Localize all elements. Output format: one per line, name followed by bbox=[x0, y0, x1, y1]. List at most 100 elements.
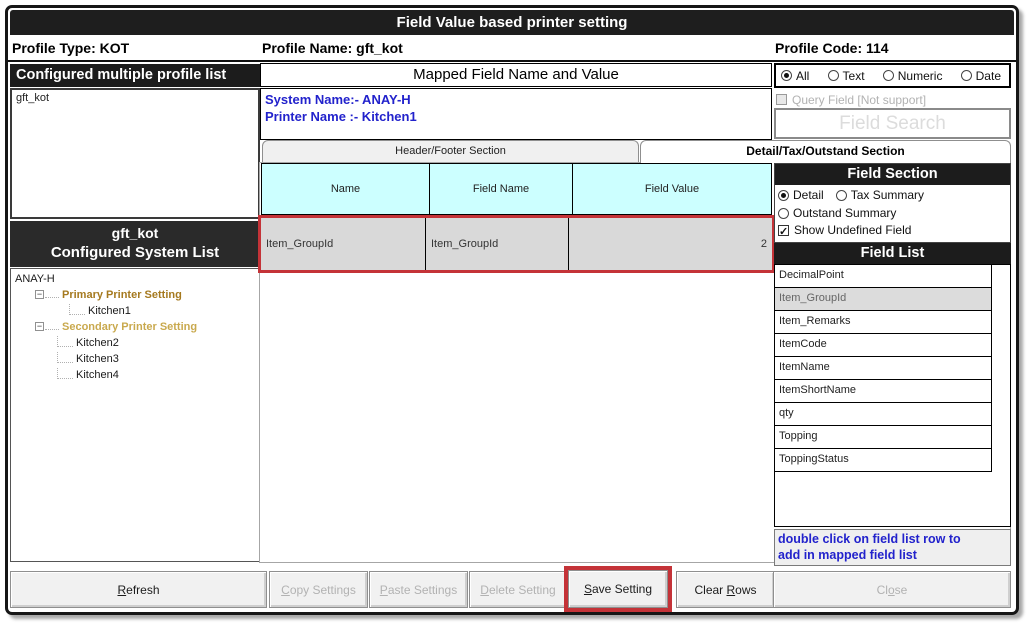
label-part: opy Settings bbox=[290, 583, 356, 597]
copy-settings-button[interactable]: Copy Settings bbox=[269, 571, 368, 608]
field-type-filter-group: All Text Numeric Date bbox=[774, 63, 1011, 88]
profile-name: Profile Name: gft_kot bbox=[262, 40, 403, 56]
tree-item-label: Kitchen4 bbox=[76, 369, 119, 381]
tab-header-footer-section[interactable]: Header/Footer Section bbox=[262, 140, 639, 163]
show-undefined-label: Show Undefined Field bbox=[794, 222, 911, 239]
radio-label: Outstand Summary bbox=[793, 205, 896, 222]
system-tree[interactable]: ANAY-H Primary Printer Setting Kitchen1 … bbox=[10, 268, 260, 562]
radio-icon bbox=[778, 208, 789, 219]
filter-radio[interactable]: Text bbox=[828, 69, 865, 83]
title-bar: Field Value based printer setting bbox=[10, 10, 1014, 35]
tab-detail-tax-outstand-section[interactable]: Detail/Tax/Outstand Section bbox=[640, 140, 1011, 163]
profile-list[interactable]: gft_kot bbox=[10, 88, 260, 219]
cell-field-value[interactable]: 2 bbox=[569, 218, 772, 270]
field-section-radio[interactable]: Detail bbox=[778, 187, 824, 204]
label-part: se bbox=[895, 583, 908, 597]
tree-item-label: Secondary Printer Setting bbox=[62, 321, 197, 333]
tree-item[interactable]: Kitchen3 bbox=[11, 351, 259, 367]
system-printer-info: System Name:- ANAY-H Printer Name :- Kit… bbox=[260, 88, 772, 140]
field-list-item[interactable]: ItemShortName bbox=[775, 380, 991, 403]
field-section-header: Field Section bbox=[775, 164, 1010, 185]
dialog-window: Field Value based printer setting Profil… bbox=[5, 5, 1019, 615]
save-setting-button[interactable]: Save Setting bbox=[568, 570, 668, 608]
filter-radio[interactable]: Date bbox=[961, 69, 1001, 83]
tree-item[interactable]: Secondary Printer Setting bbox=[11, 319, 259, 335]
radio-icon bbox=[828, 70, 839, 81]
profile-list-item[interactable]: gft_kot bbox=[12, 90, 258, 106]
label-part: aste Settings bbox=[388, 583, 457, 597]
tree-connector bbox=[57, 368, 73, 379]
tree-item[interactable]: ANAY-H bbox=[11, 271, 259, 287]
label-part: Clear bbox=[694, 583, 726, 597]
system-list-header-title: Configured System List bbox=[10, 243, 260, 263]
field-section-radio[interactable]: Tax Summary bbox=[836, 187, 924, 204]
label-accel: P bbox=[380, 583, 388, 597]
tree-item[interactable]: Primary Printer Setting bbox=[11, 287, 259, 303]
tree-item-label: Primary Printer Setting bbox=[62, 289, 182, 301]
label-accel: D bbox=[480, 583, 489, 597]
close-button[interactable]: Close bbox=[773, 571, 1011, 608]
tree-connector bbox=[57, 352, 73, 363]
field-section-radio[interactable]: Outstand Summary bbox=[778, 205, 896, 222]
delete-setting-button[interactable]: Delete Setting bbox=[469, 571, 567, 608]
radio-label: Numeric bbox=[898, 69, 943, 83]
profile-type: Profile Type: KOT bbox=[12, 40, 129, 56]
radio-icon bbox=[883, 70, 894, 81]
field-list-item-label: Item_GroupId bbox=[779, 292, 846, 304]
field-list-item[interactable]: Topping bbox=[775, 426, 991, 449]
label-accel: S bbox=[584, 582, 592, 596]
field-section-radios: Detail Tax Summary Outstand Summary bbox=[778, 187, 1007, 222]
filter-radio[interactable]: Numeric bbox=[883, 69, 943, 83]
hint-line-2: add in mapped field list bbox=[778, 547, 1007, 563]
field-search-input[interactable] bbox=[774, 108, 1011, 139]
refresh-button[interactable]: Refresh bbox=[10, 571, 267, 608]
field-list-item-label: ItemCode bbox=[779, 338, 827, 350]
hint-box: double click on field list row to add in… bbox=[774, 529, 1011, 566]
tree-item-label: Kitchen2 bbox=[76, 337, 119, 349]
label-part: Cl bbox=[877, 583, 888, 597]
tree-item[interactable]: Kitchen4 bbox=[11, 367, 259, 383]
field-list-item[interactable]: ItemCode bbox=[775, 334, 991, 357]
tree-item-label: ANAY-H bbox=[15, 273, 55, 285]
field-list-item[interactable]: Item_GroupId bbox=[775, 288, 991, 311]
radio-label: Date bbox=[976, 69, 1001, 83]
save-setting-highlight: Save Setting bbox=[564, 566, 672, 612]
radio-icon bbox=[778, 190, 789, 201]
tree-item-label: Kitchen1 bbox=[88, 305, 131, 317]
clear-rows-button[interactable]: Clear Rows bbox=[676, 571, 775, 608]
checkbox-icon bbox=[776, 94, 787, 105]
mapped-table-row[interactable]: Item_GroupId Item_GroupId 2 bbox=[258, 215, 775, 273]
radio-label: Detail bbox=[793, 187, 824, 204]
filter-radio[interactable]: All bbox=[781, 69, 809, 83]
cell-name[interactable]: Item_GroupId bbox=[261, 218, 426, 270]
tree-item-label: Kitchen3 bbox=[76, 353, 119, 365]
tree-expander-icon[interactable] bbox=[35, 290, 44, 299]
mapped-table-column-header: Field Value bbox=[573, 164, 771, 214]
field-list-item-label: ItemShortName bbox=[779, 384, 856, 396]
radio-icon bbox=[961, 70, 972, 81]
tree-item[interactable]: Kitchen2 bbox=[11, 335, 259, 351]
show-undefined-checkbox[interactable]: Show Undefined Field bbox=[778, 222, 1007, 239]
paste-settings-button[interactable]: Paste Settings bbox=[369, 571, 468, 608]
tree-expander-icon[interactable] bbox=[35, 322, 44, 331]
radio-label: Tax Summary bbox=[851, 187, 924, 204]
field-section-options: Detail Tax Summary Outstand Summary Show… bbox=[775, 185, 1010, 242]
radio-icon bbox=[836, 190, 847, 201]
cell-field-name[interactable]: Item_GroupId bbox=[426, 218, 569, 270]
mapped-header: Mapped Field Name and Value bbox=[260, 63, 772, 87]
system-name-line: System Name:- ANAY-H bbox=[265, 91, 767, 108]
field-list-item[interactable]: ToppingStatus bbox=[775, 449, 991, 472]
tree-connector bbox=[45, 293, 59, 298]
label-accel: C bbox=[281, 583, 290, 597]
field-list-item-label: ToppingStatus bbox=[779, 453, 849, 465]
profile-list-header: Configured multiple profile list bbox=[10, 64, 260, 87]
field-list-item[interactable]: DecimalPoint bbox=[775, 265, 991, 288]
mapped-table-header: Name Field Name Field Value bbox=[261, 163, 772, 215]
tree-item[interactable]: Kitchen1 bbox=[11, 303, 259, 319]
field-list-item[interactable]: qty bbox=[775, 403, 991, 426]
tree-connector bbox=[57, 336, 73, 347]
field-list-item-label: Topping bbox=[779, 430, 818, 442]
field-list-item[interactable]: Item_Remarks bbox=[775, 311, 991, 334]
hint-line-1: double click on field list row to bbox=[778, 531, 1007, 547]
field-list-item[interactable]: ItemName bbox=[775, 357, 991, 380]
